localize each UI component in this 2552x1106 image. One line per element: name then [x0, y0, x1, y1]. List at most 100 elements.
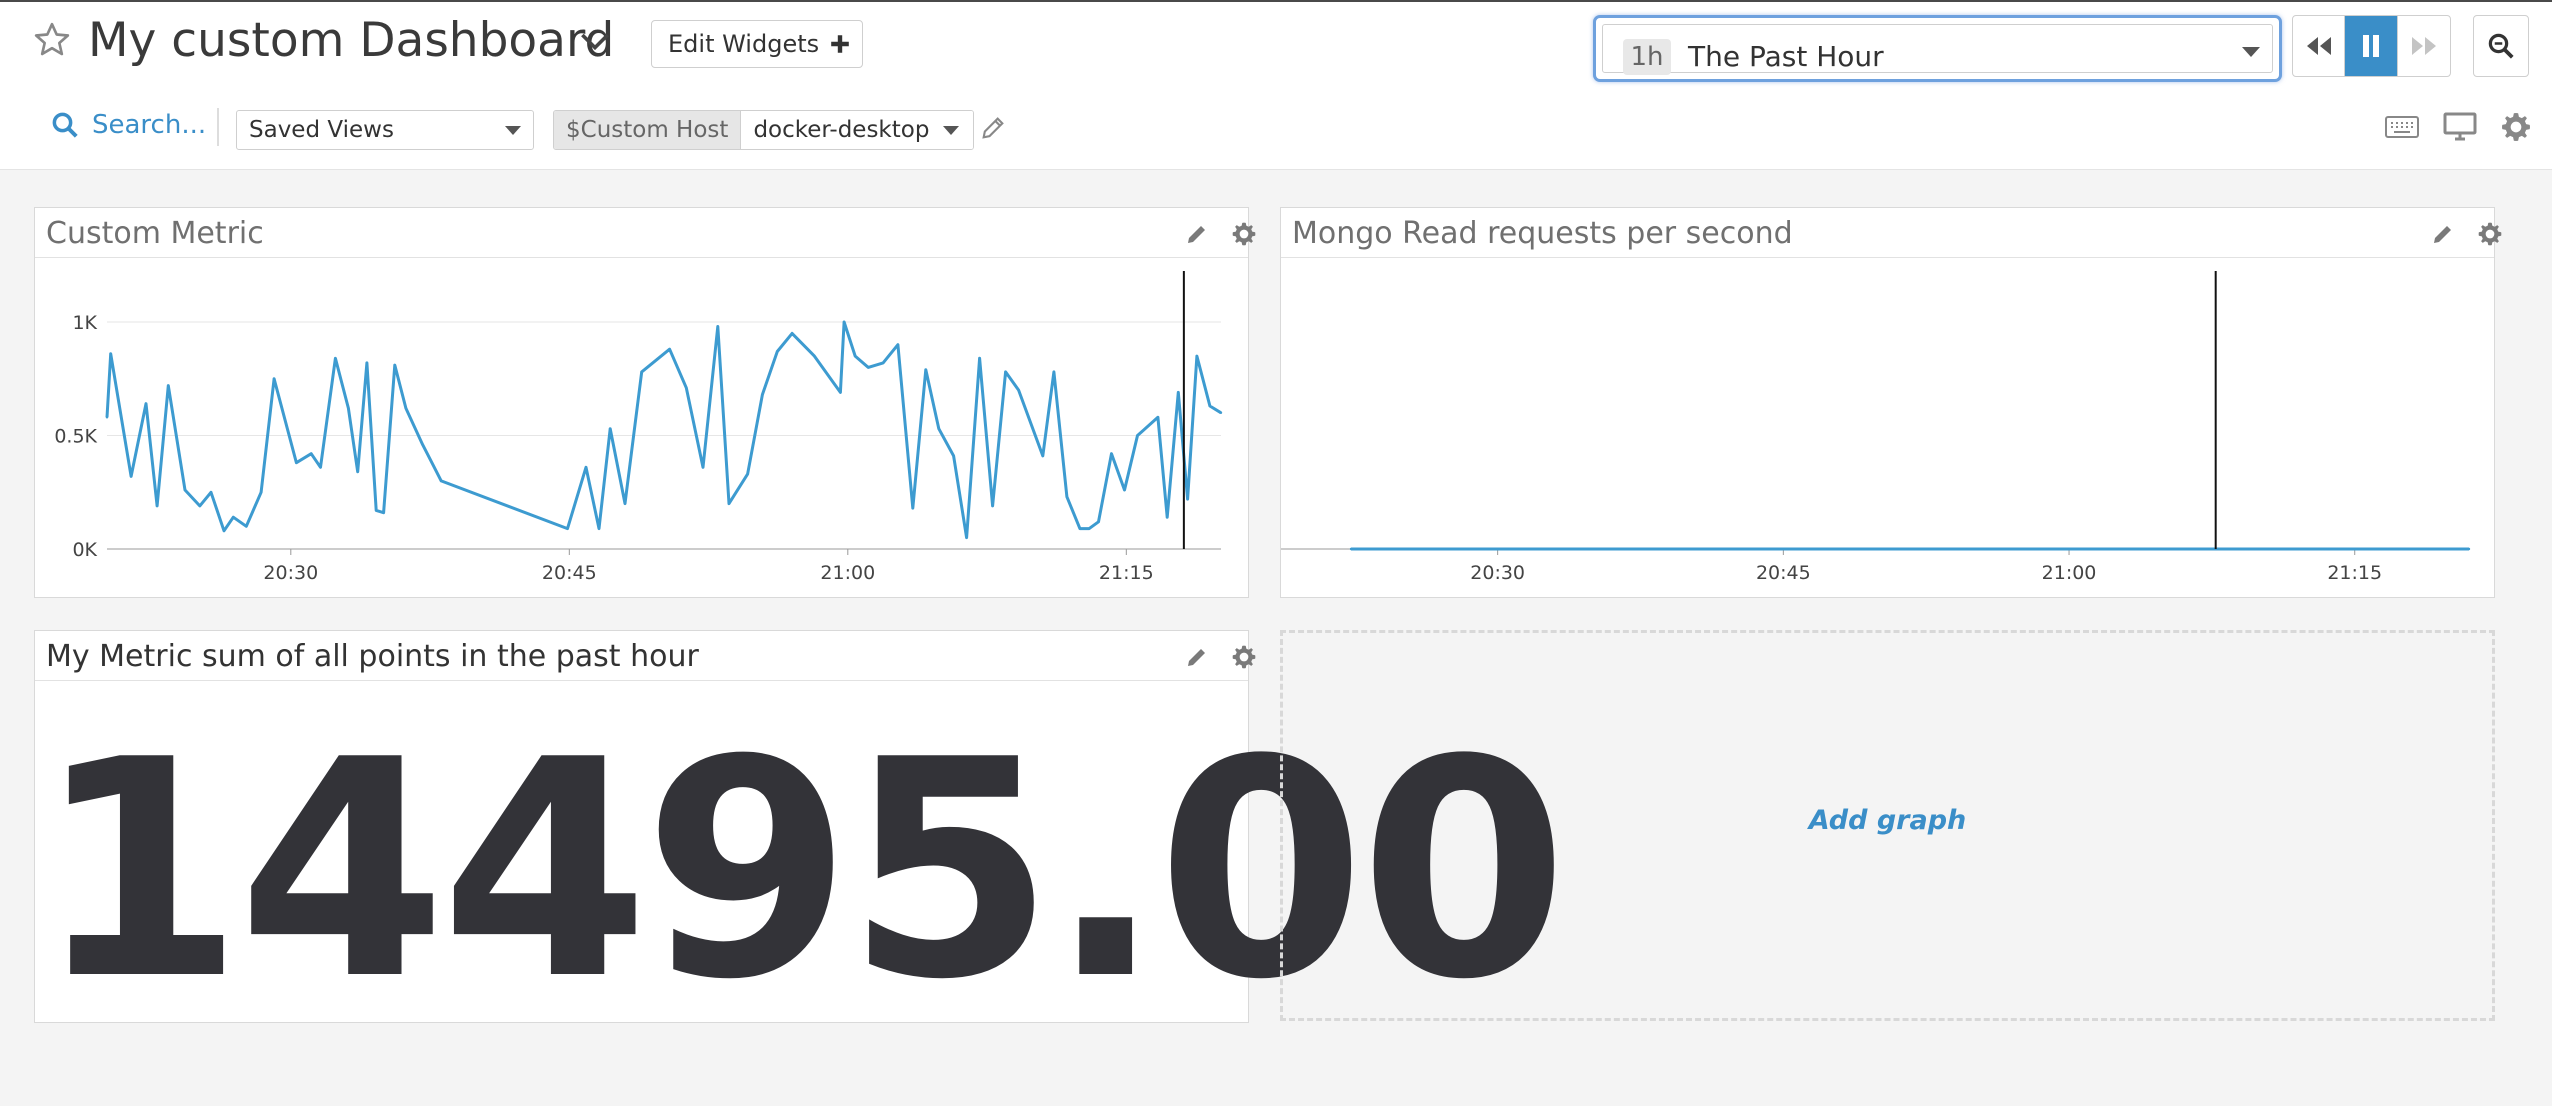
widget-my-metric-sum: My Metric sum of all points in the past …	[34, 630, 1568, 1045]
chevron-down-icon[interactable]	[578, 28, 612, 56]
data-point	[790, 332, 794, 335]
data-point	[2467, 547, 2471, 551]
rewind-button[interactable]	[2293, 16, 2346, 76]
keyboard-icon[interactable]	[2385, 115, 2419, 139]
search-icon	[52, 112, 78, 138]
template-variable-select[interactable]: docker-desktop	[741, 111, 974, 149]
data-point	[430, 461, 434, 464]
data-point	[404, 407, 408, 410]
time-range-badge: 1h	[1623, 39, 1671, 75]
pencil-icon[interactable]	[979, 114, 1007, 142]
data-point	[347, 407, 350, 410]
data-point	[1123, 488, 1126, 492]
data-point	[144, 402, 148, 405]
data-point	[1219, 411, 1223, 414]
data-point	[232, 516, 235, 519]
data-point	[597, 527, 601, 530]
divider	[217, 108, 219, 146]
data-point	[965, 536, 968, 539]
data-point	[1165, 516, 1169, 519]
time-range-select[interactable]: 1h The Past Hour	[1593, 15, 2282, 82]
data-point	[854, 354, 857, 358]
data-point	[911, 506, 914, 510]
fast-forward-button[interactable]	[2398, 16, 2450, 76]
data-point	[167, 384, 170, 387]
dashboard-header: My custom Dashboard Edit Widgets 1h The …	[0, 0, 2552, 170]
pencil-icon[interactable]	[2431, 222, 2455, 246]
data-point	[183, 488, 187, 492]
query-value: 14495.00	[35, 696, 1568, 1045]
data-point	[924, 368, 927, 371]
star-icon[interactable]	[32, 20, 72, 60]
caret-down-icon	[943, 126, 960, 135]
data-point	[701, 466, 705, 469]
add-graph-link[interactable]: Add graph	[1283, 805, 2492, 836]
gear-icon[interactable]	[1231, 644, 1257, 670]
x-tick-label: 21:00	[820, 562, 875, 584]
plus-icon	[831, 35, 849, 53]
data-point	[867, 366, 870, 369]
data-point	[393, 363, 396, 367]
time-range-box: 1h The Past Hour	[1602, 24, 2273, 75]
caret-down-icon	[2242, 47, 2260, 57]
pencil-icon[interactable]	[1185, 222, 1209, 246]
data-point	[1052, 370, 1056, 374]
data-point	[761, 393, 764, 396]
data-point	[1097, 520, 1100, 523]
x-tick-label: 20:45	[542, 562, 597, 584]
edit-widgets-button[interactable]: Edit Widgets	[651, 20, 863, 68]
data-point	[716, 325, 720, 328]
fast-forward-icon	[2411, 37, 2436, 55]
data-point	[1186, 497, 1189, 501]
data-point	[382, 511, 385, 514]
data-point	[584, 466, 588, 469]
data-point	[978, 357, 981, 360]
data-point	[1110, 452, 1113, 455]
series-line	[105, 320, 1222, 540]
widget-custom-metric: Custom Metric 0K 0.5K 1K 20:30 20:45 21:00 21:…	[34, 207, 1256, 598]
data-point	[839, 391, 842, 394]
dashboard-title: My custom Dashboard	[88, 13, 615, 68]
data-point	[1195, 354, 1199, 358]
y-tick-label: 0.5K	[54, 426, 97, 448]
x-tick-label: 20:45	[1756, 562, 1811, 584]
widget-header: Mongo Read requests per second	[1281, 208, 2502, 258]
pencil-icon[interactable]	[1185, 645, 1209, 669]
tv-icon[interactable]	[2443, 112, 2477, 142]
data-point	[1208, 404, 1212, 408]
data-point	[896, 343, 900, 346]
widget-title: Mongo Read requests per second	[1292, 216, 1793, 251]
x-tick-label: 21:00	[2042, 562, 2097, 584]
data-point	[1156, 416, 1160, 419]
playback-controls	[2292, 15, 2451, 77]
saved-views-label: Saved Views	[249, 117, 394, 143]
data-point	[222, 529, 226, 533]
data-point	[1065, 495, 1069, 498]
gear-icon[interactable]	[1231, 221, 1257, 247]
widget-header: My Metric sum of all points in the past …	[35, 631, 1256, 681]
search-link[interactable]: Search...	[50, 110, 206, 140]
widget-header: Custom Metric	[35, 208, 1256, 258]
x-tick-label: 21:15	[2327, 562, 2382, 584]
gear-icon[interactable]	[2500, 111, 2532, 143]
custom-metric-chart[interactable]: 0K 0.5K 1K 20:30 20:45 21:00 21:15	[35, 259, 1248, 597]
zoom-button[interactable]	[2473, 15, 2529, 77]
saved-views-select[interactable]: Saved Views	[236, 110, 534, 150]
data-point	[813, 354, 816, 358]
gear-icon[interactable]	[2477, 221, 2503, 247]
data-point	[685, 386, 688, 390]
data-point	[1177, 391, 1180, 394]
data-point	[937, 427, 940, 430]
rewind-icon	[2306, 37, 2331, 55]
add-graph-placeholder[interactable]: Add graph	[1280, 630, 2495, 1021]
data-point	[1136, 434, 1139, 437]
search-label: Search...	[92, 110, 207, 140]
pause-button[interactable]	[2345, 16, 2398, 76]
data-point	[623, 502, 627, 505]
data-point	[1041, 454, 1044, 458]
mongo-read-chart[interactable]: 20:30 20:45 21:00 21:15	[1281, 259, 2494, 597]
widget-title: Custom Metric	[46, 216, 264, 251]
data-point	[842, 320, 846, 324]
data-point	[310, 452, 313, 455]
y-tick-label: 1K	[72, 312, 97, 334]
